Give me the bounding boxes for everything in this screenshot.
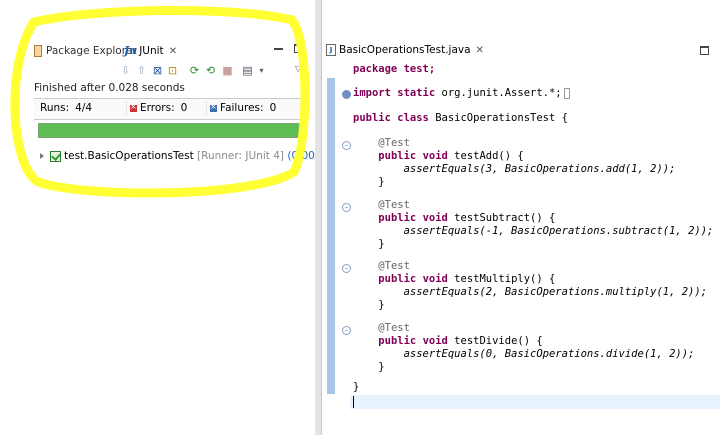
code-line-text: public void testMultiply() { (378, 273, 556, 285)
sash-divider[interactable] (315, 0, 322, 435)
code-line-text: import static org.junit.Assert.*; (353, 87, 562, 99)
code-line-body: assertEquals(2, BasicOperations.multiply… (353, 285, 707, 300)
code-line-class: public class BasicOperationsTest { (353, 111, 568, 126)
code-line-text: assertEquals(0, BasicOperations.divide(1… (403, 348, 695, 360)
code-line-class-close: } (353, 380, 359, 395)
code-line-close: } (353, 175, 385, 190)
code-line-body: assertEquals(0, BasicOperations.divide(1… (353, 347, 695, 362)
code-line-text: @Test (378, 137, 410, 149)
code-line-text: assertEquals(-1, BasicOperations.subtrac… (403, 225, 714, 237)
java-editor: J BasicOperationsTest.java ✕ package test;… (322, 38, 720, 435)
code-line-text: public class BasicOperationsTest { (353, 112, 568, 124)
code-line-close: } (353, 360, 385, 375)
code-line-text: public void testSubtract() { (378, 212, 556, 224)
code-line-text: } (353, 381, 360, 393)
editor-tab-title: BasicOperationsTest.java (339, 44, 471, 56)
code-line-text: @Test (378, 322, 410, 334)
code-line-text: public void testDivide() { (378, 335, 543, 347)
fold-collapse-icon[interactable]: – (342, 326, 351, 335)
editor-change-ruler (327, 78, 335, 394)
maximize-icon[interactable] (700, 46, 709, 55)
fold-expand-icon[interactable] (342, 90, 351, 99)
close-icon[interactable]: ✕ (476, 45, 484, 56)
code-line-text: } (378, 238, 385, 250)
code-line-text: assertEquals(3, BasicOperations.add(1, 2… (403, 163, 676, 175)
code-line-body: assertEquals(-1, BasicOperations.subtrac… (353, 224, 714, 239)
code-line-text: } (378, 361, 385, 373)
code-line-body: assertEquals(3, BasicOperations.add(1, 2… (353, 162, 676, 177)
fold-collapse-icon[interactable]: – (342, 264, 351, 273)
code-line-text: @Test (378, 199, 410, 211)
code-line-close: } (353, 237, 385, 252)
code-line-package: package test; (353, 62, 435, 77)
fold-collapse-icon[interactable]: – (342, 141, 351, 150)
code-line-text: public void testAdd() { (378, 150, 524, 162)
code-line-text: } (378, 299, 385, 311)
current-line-highlight (350, 395, 720, 409)
code-line-text: } (378, 176, 385, 188)
java-file-icon: J (326, 44, 336, 56)
code-line-text: assertEquals(2, BasicOperations.multiply… (403, 286, 708, 298)
code-line-import: import static org.junit.Assert.*; (353, 86, 571, 101)
code-line-text: package test; (353, 63, 436, 75)
highlight-annotation (10, 5, 310, 198)
code-line-close: } (353, 298, 385, 313)
code-line-text: @Test (378, 260, 410, 272)
fold-collapse-icon[interactable]: – (342, 203, 351, 212)
text-cursor (353, 396, 354, 408)
editor-tab[interactable]: J BasicOperationsTest.java ✕ (326, 41, 484, 59)
